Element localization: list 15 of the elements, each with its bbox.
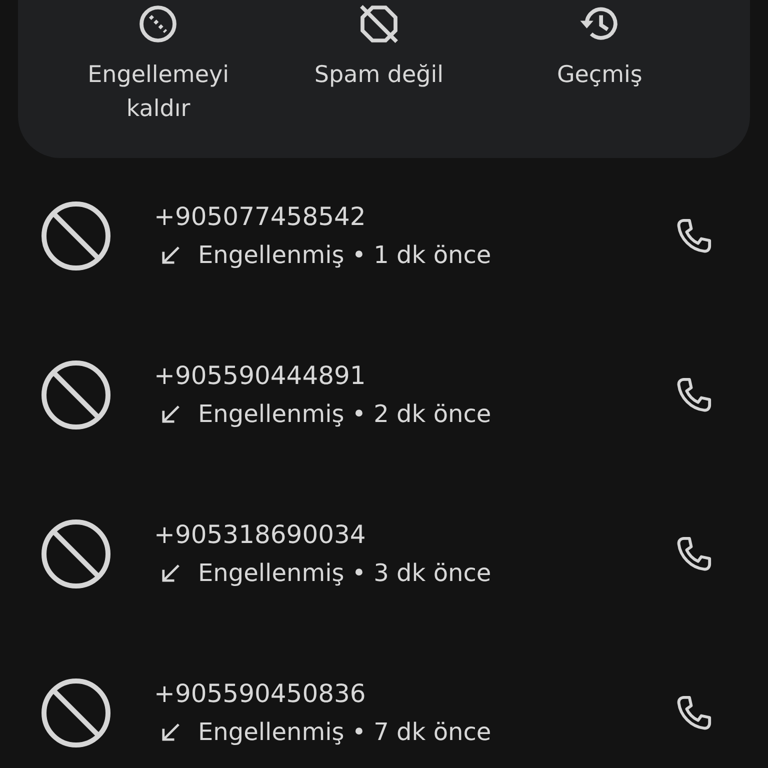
- call-status: Engellenmiş • 7 dk önce: [198, 716, 492, 748]
- call-status: Engellenmiş • 3 dk önce: [198, 558, 492, 588]
- phone-number: +905077458542: [154, 200, 367, 232]
- call-status: Engellenmiş • 2 dk önce: [198, 398, 492, 430]
- action-button[interactable]: Geçmiş: [489, 2, 710, 92]
- action-button[interactable]: Engellemeyi kaldır: [48, 2, 269, 126]
- phone-number: +905590450836: [154, 678, 367, 710]
- blocked-icon: [40, 518, 112, 590]
- blocked-icon: [40, 358, 112, 430]
- blocked-icon: [40, 676, 112, 748]
- call-status: Engellenmiş • 1 dk önce: [198, 240, 492, 270]
- action-button[interactable]: Spam değil: [268, 2, 490, 92]
- blocked-icon: [40, 200, 112, 272]
- phone-number: +905590444891: [154, 360, 367, 392]
- phone-number: +905318690034: [154, 518, 367, 550]
